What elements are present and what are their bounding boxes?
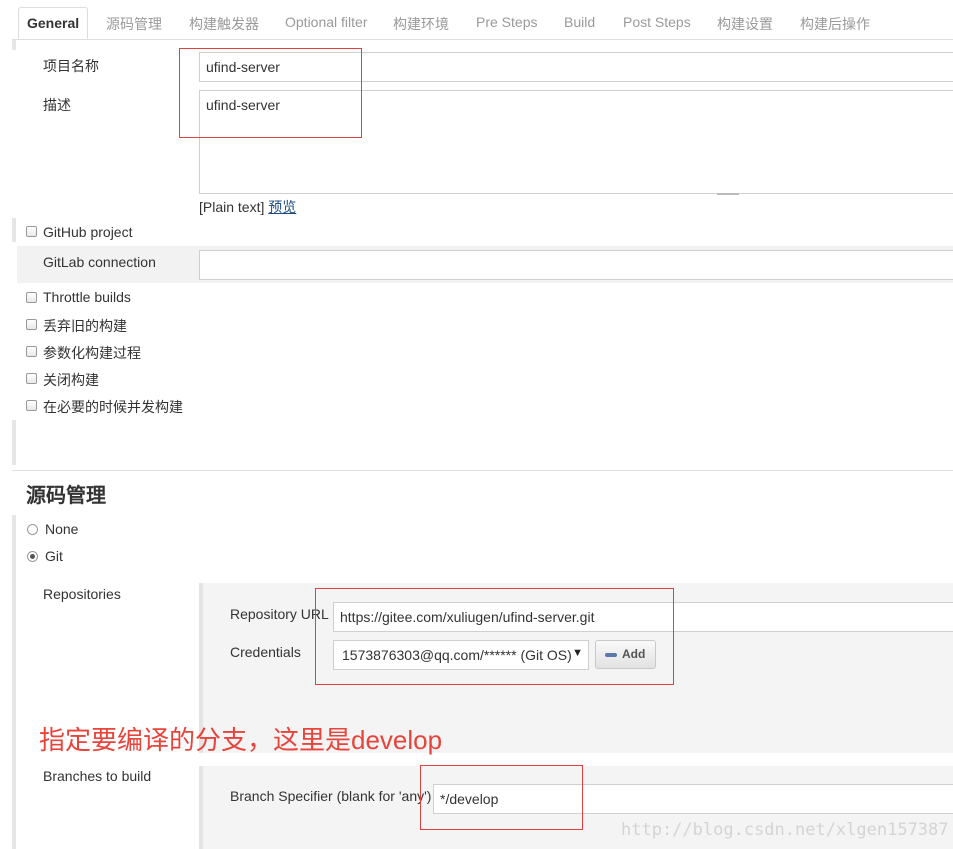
row-indicator (12, 218, 16, 242)
scm-git-radio[interactable] (27, 551, 38, 562)
repo-url-label: Repository URL (230, 606, 329, 622)
section-indicator (12, 420, 16, 465)
scm-indicator (12, 515, 16, 849)
credentials-label: Credentials (230, 644, 301, 660)
annotation-text: 指定要编译的分支，这里是develop (39, 725, 443, 755)
highlight-box-branch (420, 765, 583, 830)
watermark: http://blog.csdn.net/xlgen157387 (621, 820, 949, 840)
discard-old-builds-checkbox[interactable] (26, 319, 37, 330)
tab-divider (12, 39, 953, 40)
github-project-label: GitHub project (43, 224, 133, 240)
scm-none-radio[interactable] (27, 524, 38, 535)
description-label: 描述 (43, 97, 71, 113)
tab-build-settings[interactable]: 构建设置 (717, 14, 773, 34)
plain-text-label: [Plain text] (199, 199, 265, 215)
tab-build-triggers[interactable]: 构建触发器 (189, 14, 259, 34)
tab-post-steps[interactable]: Post Steps (623, 14, 691, 30)
tab-pre-steps[interactable]: Pre Steps (476, 14, 537, 30)
tab-build-env[interactable]: 构建环境 (393, 14, 449, 34)
throttle-builds-checkbox[interactable] (26, 292, 37, 303)
preview-link[interactable]: 预览 (268, 199, 296, 215)
scm-git-label: Git (45, 548, 63, 564)
tab-general[interactable]: General (18, 7, 89, 39)
branch-specifier-label: Branch Specifier (blank for 'any') (230, 788, 432, 804)
highlight-box-general (179, 48, 362, 138)
concurrent-build-checkbox[interactable] (26, 400, 37, 411)
parameterized-build-label: 参数化构建过程 (43, 345, 141, 361)
section-divider (12, 470, 953, 471)
scm-section-title: 源码管理 (26, 485, 106, 507)
markup-format: [Plain text] 预览 (199, 197, 296, 217)
github-project-checkbox[interactable] (26, 226, 37, 237)
section-indicator (12, 40, 16, 50)
tab-build[interactable]: Build (564, 14, 595, 30)
gitlab-connection-label: GitLab connection (43, 254, 156, 270)
tab-optional-filter[interactable]: Optional filter (285, 14, 367, 30)
disable-build-checkbox[interactable] (26, 373, 37, 384)
parameterized-build-checkbox[interactable] (26, 346, 37, 357)
scm-none-label: None (45, 521, 79, 537)
repositories-label: Repositories (43, 586, 121, 602)
tab-scm[interactable]: 源码管理 (106, 14, 162, 34)
project-name-label: 项目名称 (43, 58, 99, 74)
gitlab-connection-input[interactable] (199, 250, 953, 280)
tab-bar: General 源码管理 构建触发器 Optional filter 构建环境 … (0, 0, 953, 40)
tab-post-build[interactable]: 构建后操作 (800, 14, 870, 34)
discard-old-builds-label: 丢弃旧的构建 (43, 318, 127, 334)
resize-grip-icon[interactable] (717, 193, 739, 195)
disable-build-label: 关闭构建 (43, 372, 99, 388)
throttle-builds-label: Throttle builds (43, 289, 131, 305)
concurrent-build-label: 在必要的时候并发构建 (43, 399, 183, 415)
branches-label: Branches to build (43, 768, 152, 784)
highlight-box-repository (315, 588, 674, 685)
